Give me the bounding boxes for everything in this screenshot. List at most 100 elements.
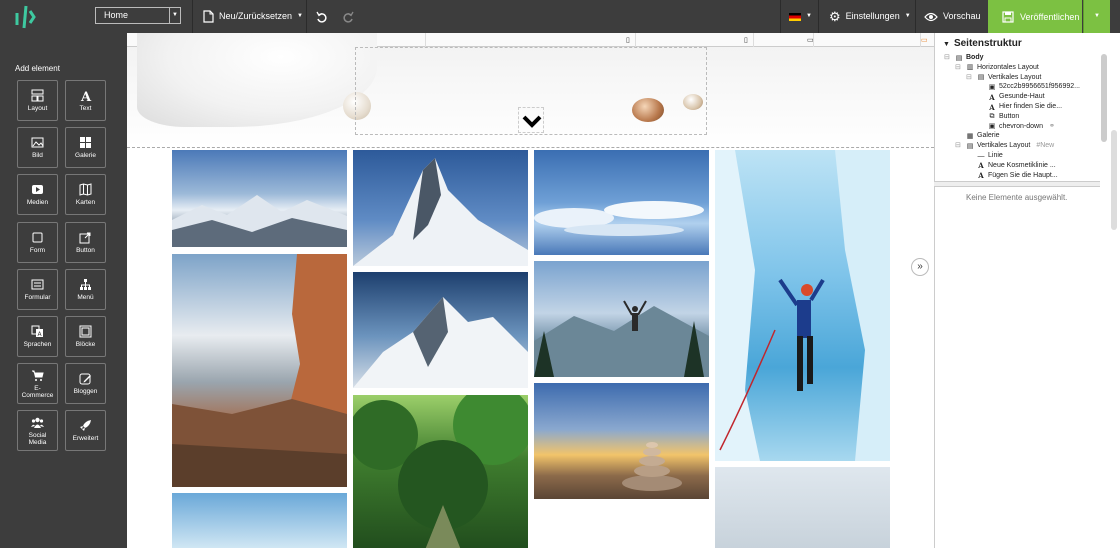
checkbox-icon (31, 231, 44, 244)
element-label: Medien (26, 199, 49, 207)
add-menü-button[interactable]: Menü (65, 268, 106, 310)
add-form-button[interactable]: Form (17, 221, 58, 263)
undo-icon (316, 11, 327, 23)
chevron-down-button[interactable] (518, 107, 544, 133)
tree-toggle-icon[interactable]: ⊟ (944, 53, 950, 63)
redo-button[interactable] (342, 0, 354, 33)
page-select-value: Home (104, 10, 129, 20)
tree-node[interactable]: — Linie (977, 151, 1003, 161)
gallery-image-matterhorn[interactable] (353, 150, 528, 266)
chevron-down-icon[interactable]: ▼ (169, 8, 180, 23)
add-medien-button[interactable]: Medien (17, 174, 58, 216)
tree-node[interactable]: ⊟ ▤ Body (944, 53, 984, 63)
tree-node[interactable]: ▣ 52cc2b9956651f956992... (988, 82, 1080, 92)
cloud-shape (534, 201, 704, 236)
tree-node[interactable]: ▣ chevron-down ⚭ (988, 122, 1055, 132)
element-label: Formular (24, 293, 51, 301)
tree-node-label: Gesunde-Haut (999, 93, 1045, 101)
add-social-media-button[interactable]: Social Media (17, 410, 58, 452)
tree-node[interactable]: A Fügen Sie die Haupt... (977, 171, 1057, 181)
new-reset-button[interactable]: Neu/Zurücksetzen ▼ (203, 0, 303, 33)
panel-title: ▼ Seitenstruktur (943, 38, 1022, 49)
tree-toggle-icon[interactable]: ⊟ (966, 73, 972, 83)
gallery-image-stone-cairn[interactable] (534, 383, 709, 499)
rows-icon: ▤ (977, 74, 985, 82)
add-formular-button[interactable]: Formular (17, 268, 58, 310)
add-blöcke-button[interactable]: Blöcke (65, 316, 106, 357)
peak-shape (353, 158, 528, 266)
tree-node[interactable]: ⊟ ▥ Horizontales Layout (955, 63, 1039, 73)
canyon-shape (172, 254, 347, 487)
add-karten-button[interactable]: Karten (65, 174, 106, 216)
tree-node[interactable]: ⊟ ▤ Vertikales Layout #New (955, 141, 1054, 151)
element-label: Bloggen (73, 388, 98, 396)
rows-icon: ▤ (966, 142, 974, 150)
add-erweitert-button[interactable]: Erweitert (65, 410, 106, 452)
desktop-icon[interactable]: ▭ (921, 36, 928, 44)
gear-icon: ⚙ (829, 9, 841, 24)
tree-node-label: Button (999, 112, 1020, 120)
add-text-button[interactable]: A Text (65, 80, 106, 121)
tree-node-label: Body (966, 54, 984, 61)
tree-node[interactable]: A Gesunde-Haut (988, 92, 1045, 102)
expand-panel-button[interactable]: » (911, 258, 929, 276)
tree-node-label: 52cc2b9956651f956992... (999, 83, 1080, 91)
settings-button[interactable]: ⚙ Einstellungen ▼ (829, 0, 911, 33)
editor-canvas[interactable]: ▯ ▯ ▭ ▭ » (127, 33, 934, 548)
ruler-tick (425, 33, 426, 47)
add-sprachen-button[interactable]: A Sprachen (17, 316, 58, 357)
publish-options-button[interactable]: ▼ (1083, 0, 1110, 33)
button-share-icon (79, 231, 92, 244)
tree-toggle-icon[interactable]: ⊟ (955, 141, 961, 151)
gallery-image-hiker[interactable] (534, 261, 709, 377)
mobile-icon[interactable]: ▯ (626, 36, 630, 44)
image-icon (31, 136, 44, 149)
tree-scrollbar[interactable] (1101, 54, 1107, 142)
forest-shape (353, 395, 528, 548)
language-select[interactable]: ▼ (789, 0, 812, 33)
laptop-icon[interactable]: ▭ (807, 36, 814, 44)
text-icon: A (989, 102, 995, 112)
sidebar-title: Add element (15, 64, 60, 73)
tree-toggle-icon[interactable]: ⊟ (955, 63, 961, 73)
add-bild-button[interactable]: Bild (17, 127, 58, 169)
tree-node[interactable]: A Hier finden Sie die... (988, 102, 1062, 112)
add-layout-button[interactable]: Layout (17, 80, 58, 121)
add-bloggen-button[interactable]: Bloggen (65, 363, 106, 405)
gallery-image-sky[interactable] (172, 493, 347, 548)
add-e-commerce-button[interactable]: E-Commerce (17, 363, 58, 405)
add-button-button[interactable]: Button (65, 221, 106, 263)
element-label: Social Media (28, 431, 47, 446)
preview-button[interactable]: Vorschau (924, 0, 981, 33)
tree-node[interactable]: ⊟ ▤ Vertikales Layout (966, 73, 1042, 83)
tree-node[interactable]: ▦ Galerie (966, 131, 1000, 141)
element-label: Form (29, 246, 46, 254)
tree-node[interactable]: A Neue Kosmetiklinie ... (977, 161, 1055, 171)
gallery-image-canyon[interactable] (172, 254, 347, 487)
tree-node-label: Vertikales Layout (988, 73, 1042, 81)
tablet-icon[interactable]: ▯ (744, 36, 748, 44)
element-label: Blöcke (75, 341, 96, 348)
add-galerie-button[interactable]: Galerie (65, 127, 106, 169)
gallery-image-forest[interactable] (353, 395, 528, 548)
gallery-image-clouds[interactable] (534, 150, 709, 255)
panel-splitter[interactable] (934, 181, 1100, 187)
gallery-image-ice-climber[interactable] (715, 150, 890, 461)
publish-button[interactable]: Veröffentlichen (988, 0, 1082, 33)
triangle-down-icon[interactable]: ▼ (943, 41, 950, 48)
tree-node-label: chevron-down (999, 122, 1043, 130)
tree-node[interactable]: ⧉ Button (988, 112, 1020, 122)
tree-node-label: Galerie (977, 132, 1000, 140)
eye-icon (924, 12, 938, 21)
mountain-shape (172, 195, 347, 247)
page-select[interactable]: Home ▼ (95, 7, 181, 24)
gallery-image-snowy-peak[interactable] (353, 272, 528, 388)
element-label: Sprachen (23, 341, 52, 348)
text-icon: A (989, 92, 995, 102)
undo-button[interactable] (316, 0, 328, 33)
gallery-image-mountains[interactable] (172, 150, 347, 247)
structure-tree: ⊟ ▤ Body ⊟ ▥ Horizontales Layout ⊟ ▤ Vertikales … (935, 51, 1107, 181)
panel-scrollbar[interactable] (1111, 130, 1117, 230)
gallery-image-misty[interactable] (715, 467, 890, 548)
cart-icon (31, 369, 44, 382)
